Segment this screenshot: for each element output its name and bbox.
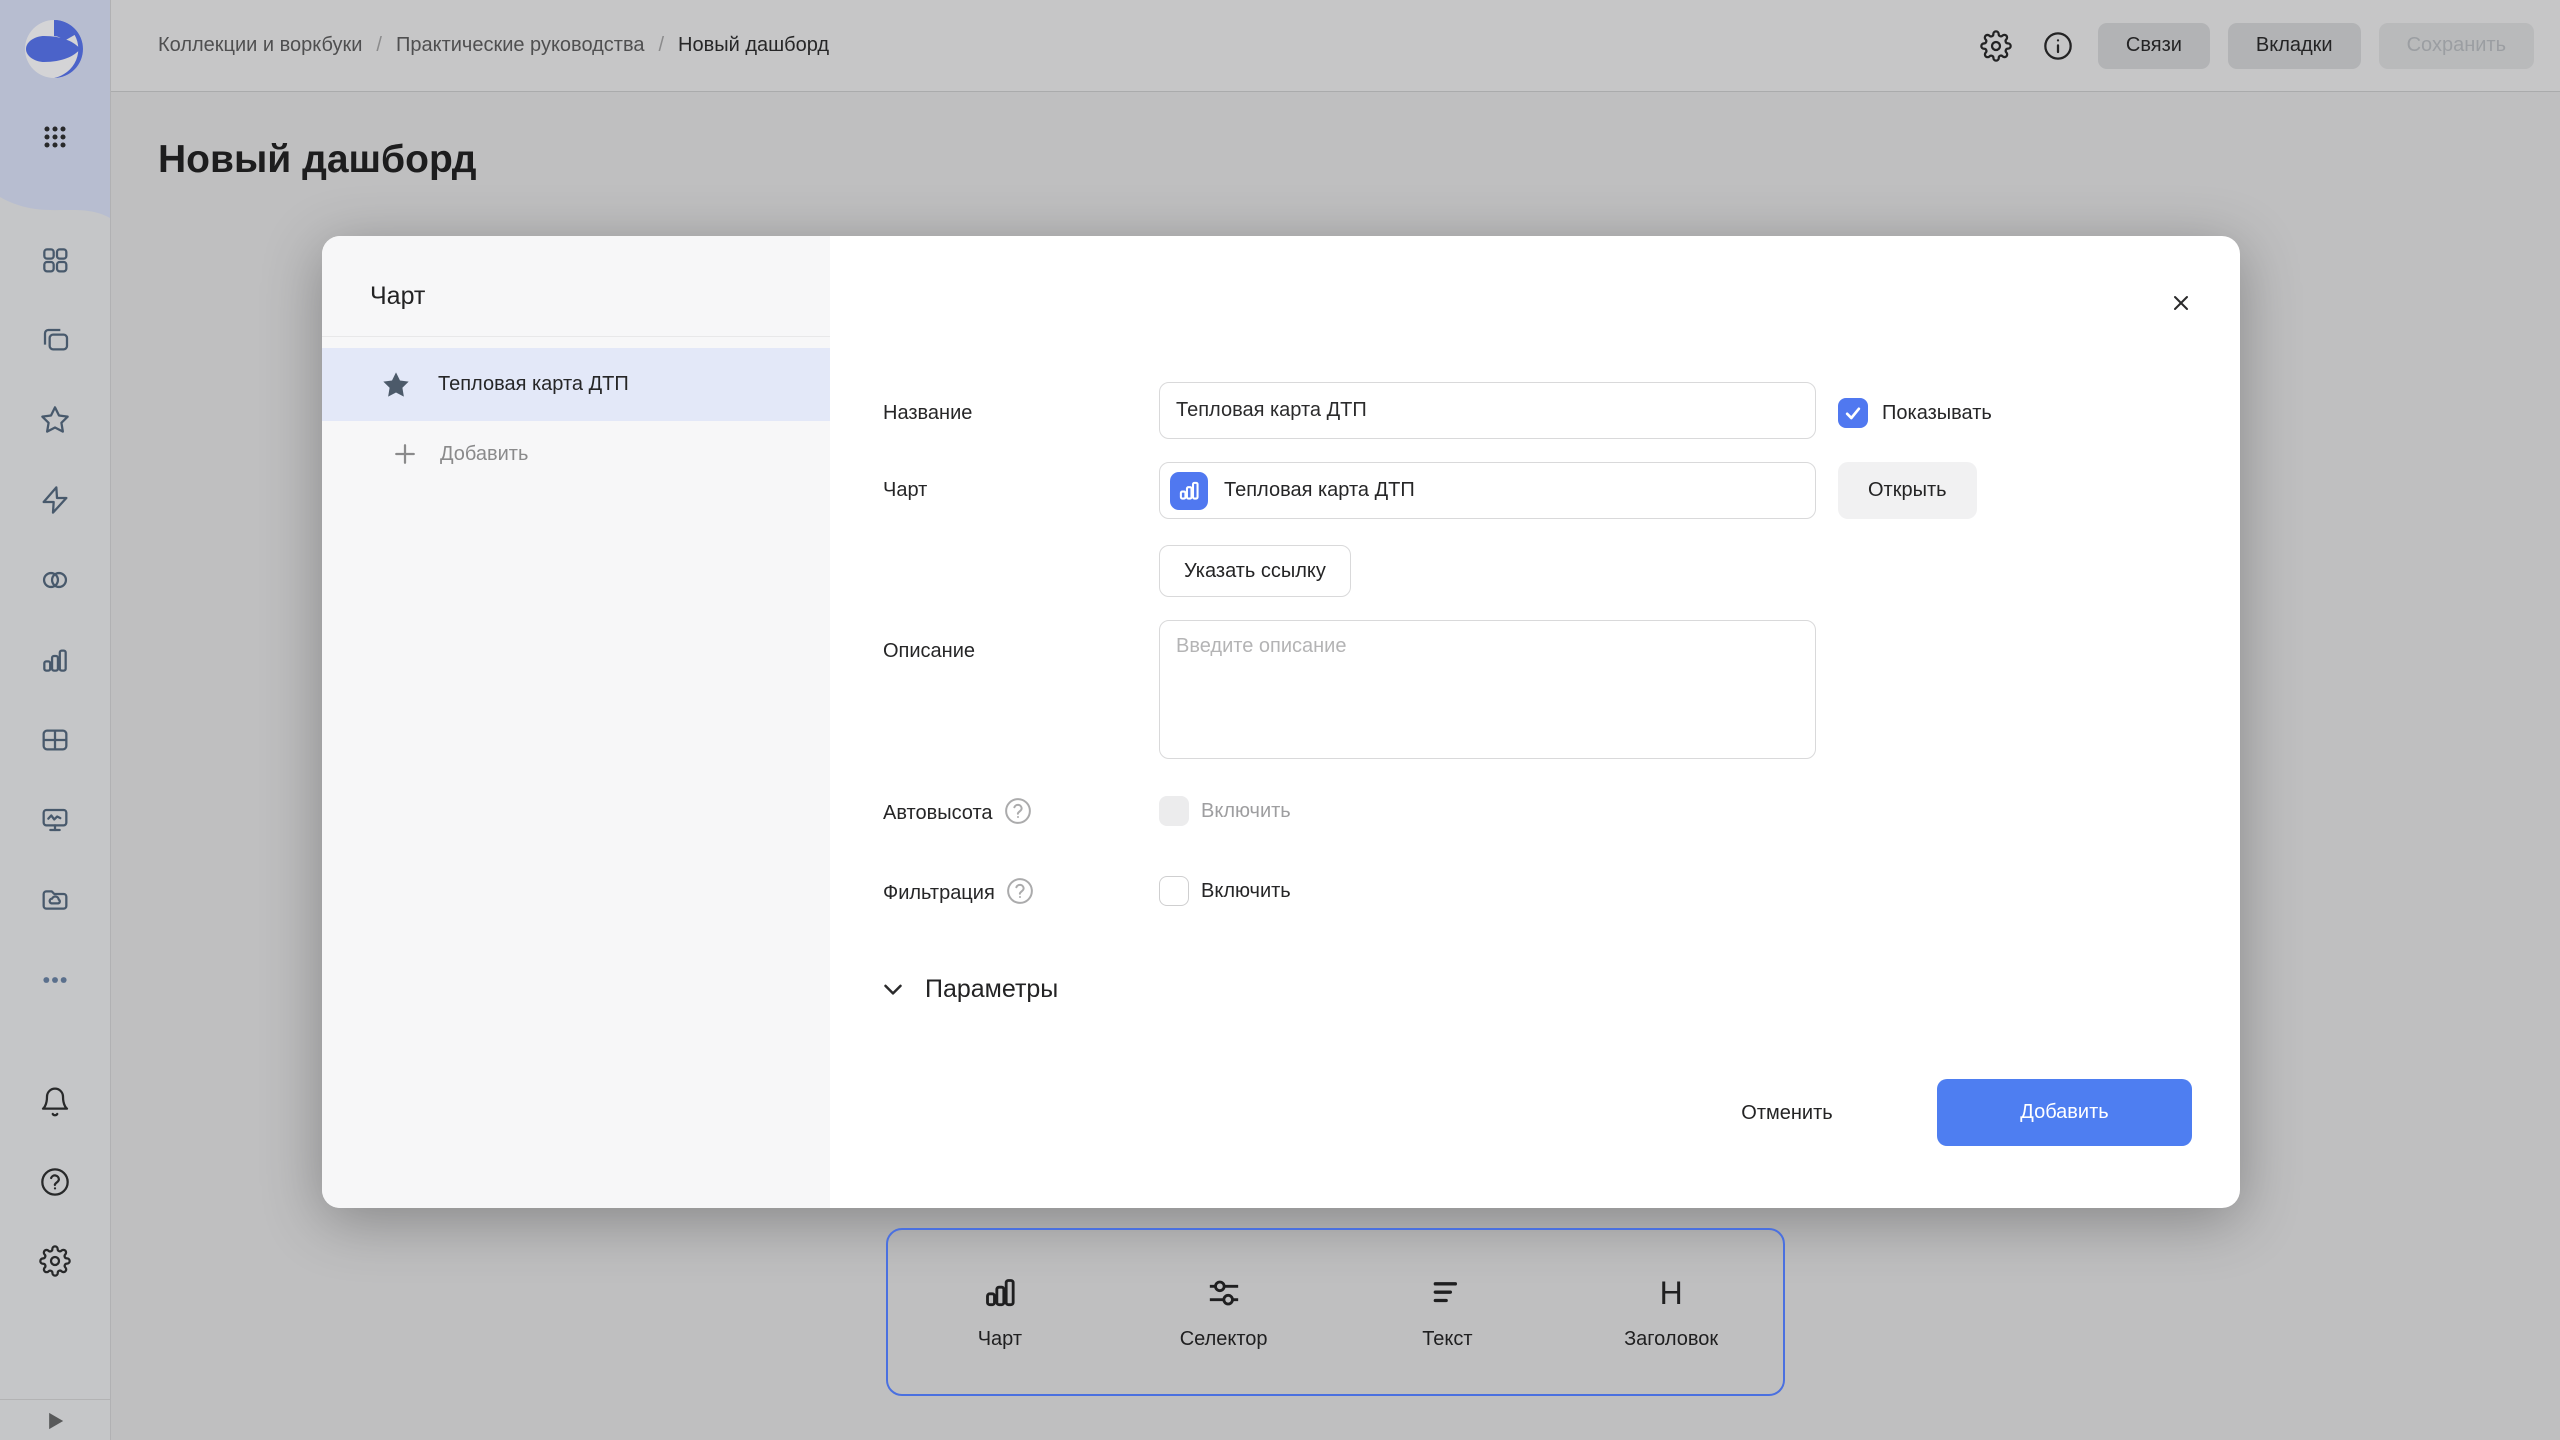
collections-icon[interactable] (33, 318, 77, 362)
toolbar-item-label: Заголовок (1624, 1328, 1718, 1351)
parameters-toggle[interactable]: Параметры (878, 974, 1058, 1004)
add-button[interactable]: Добавить (1937, 1079, 2192, 1146)
expand-play-icon[interactable] (33, 1404, 77, 1438)
widget-toolbar: Чарт Селектор Текст H Заголовок (886, 1228, 1785, 1396)
filtering-checkbox[interactable] (1159, 876, 1189, 906)
add-item-label: Добавить (440, 443, 528, 466)
filtering-help-icon[interactable] (1005, 876, 1035, 906)
chart-type-icon (1170, 472, 1208, 510)
toolbar-item-heading[interactable]: H Заголовок (1559, 1230, 1783, 1394)
toolbar-item-label: Текст (1422, 1328, 1472, 1351)
name-input[interactable] (1159, 382, 1816, 439)
filtering-label: Фильтрация (883, 876, 1035, 908)
sidebar-wave-decoration (0, 188, 110, 230)
charts-icon[interactable] (33, 638, 77, 682)
breadcrumb-separator: / (658, 34, 664, 57)
toolbar-item-chart[interactable]: Чарт (888, 1230, 1112, 1394)
help-question-icon[interactable] (33, 1160, 77, 1204)
dashboard-settings-gear-icon[interactable] (1974, 24, 2018, 68)
chevron-down-icon (878, 974, 908, 1004)
breadcrumb-guides[interactable]: Практические руководства (396, 34, 645, 57)
more-dots-icon[interactable] (33, 958, 77, 1002)
selector-sliders-icon (1204, 1273, 1244, 1313)
parameters-label: Параметры (925, 975, 1058, 1004)
autoheight-label: Автовысота (883, 796, 1033, 828)
close-icon[interactable] (2163, 285, 2199, 321)
open-button[interactable]: Открыть (1838, 462, 1977, 519)
app-root: Коллекции и воркбуки / Практические руко… (0, 0, 2560, 1440)
plus-icon (390, 439, 420, 469)
apps-grid-icon[interactable] (33, 115, 77, 159)
add-item-button[interactable]: Добавить (322, 421, 830, 487)
chart-field-label: Чарт (883, 475, 927, 505)
breadcrumb: Коллекции и воркбуки / Практические руко… (158, 34, 829, 57)
description-textarea[interactable] (1159, 620, 1816, 759)
favorites-star-icon[interactable] (33, 398, 77, 442)
panel-divider (322, 336, 830, 337)
autoheight-checkbox (1159, 796, 1189, 826)
autoheight-checkbox-label: Включить (1201, 796, 1291, 826)
info-icon[interactable] (2036, 24, 2080, 68)
editor-monitor-icon[interactable] (33, 798, 77, 842)
add-chart-dialog: Чарт Тепловая карта ДТП Добавить (322, 236, 2240, 1208)
sidebar (0, 0, 111, 1440)
star-icon (380, 369, 412, 401)
page-title: Новый дашборд (158, 138, 477, 182)
show-checkbox[interactable] (1838, 398, 1868, 428)
chart-select-value: Тепловая карта ДТП (1224, 479, 1415, 502)
topbar-actions: Связи Вкладки Сохранить (1974, 23, 2534, 69)
settings-gear-icon[interactable] (33, 1239, 77, 1283)
description-field-label: Описание (883, 636, 975, 666)
autoheight-help-icon[interactable] (1003, 796, 1033, 826)
list-item-label: Тепловая карта ДТП (438, 373, 629, 396)
tabs-button[interactable]: Вкладки (2228, 23, 2361, 69)
filtering-checkbox-label: Включить (1201, 876, 1291, 906)
datalens-logo[interactable] (22, 17, 86, 81)
notifications-bell-icon[interactable] (33, 1080, 77, 1124)
list-item-selected[interactable]: Тепловая карта ДТП (322, 348, 830, 421)
connections-icon[interactable] (33, 558, 77, 602)
show-checkbox-label: Показывать (1882, 398, 1992, 428)
save-button: Сохранить (2379, 23, 2534, 69)
name-field-label: Название (883, 398, 972, 428)
storage-folder-icon[interactable] (33, 878, 77, 922)
links-button[interactable]: Связи (2098, 23, 2210, 69)
shortcuts-lightning-icon[interactable] (33, 478, 77, 522)
text-lines-icon (1427, 1273, 1467, 1313)
topbar: Коллекции и воркбуки / Практические руко… (111, 0, 2560, 92)
tables-icon[interactable] (33, 718, 77, 762)
toolbar-item-label: Селектор (1180, 1328, 1268, 1351)
cancel-button[interactable]: Отменить (1712, 1081, 1862, 1145)
toolbar-item-label: Чарт (978, 1328, 1022, 1351)
breadcrumb-current: Новый дашборд (678, 34, 829, 57)
chart-select-field[interactable]: Тепловая карта ДТП (1159, 462, 1816, 519)
dialog-title: Чарт (370, 282, 425, 311)
chart-bars-icon (980, 1273, 1020, 1313)
dashboard-grid-icon[interactable] (33, 238, 77, 282)
heading-h-icon: H (1660, 1273, 1683, 1313)
toolbar-item-text[interactable]: Текст (1336, 1230, 1560, 1394)
breadcrumb-collections[interactable]: Коллекции и воркбуки (158, 34, 362, 57)
toolbar-item-selector[interactable]: Селектор (1112, 1230, 1336, 1394)
sidebar-footer-divider (0, 1399, 110, 1400)
breadcrumb-separator: / (376, 34, 382, 57)
dialog-left-panel: Чарт Тепловая карта ДТП Добавить (322, 236, 830, 1208)
specify-link-button[interactable]: Указать ссылку (1159, 545, 1351, 597)
